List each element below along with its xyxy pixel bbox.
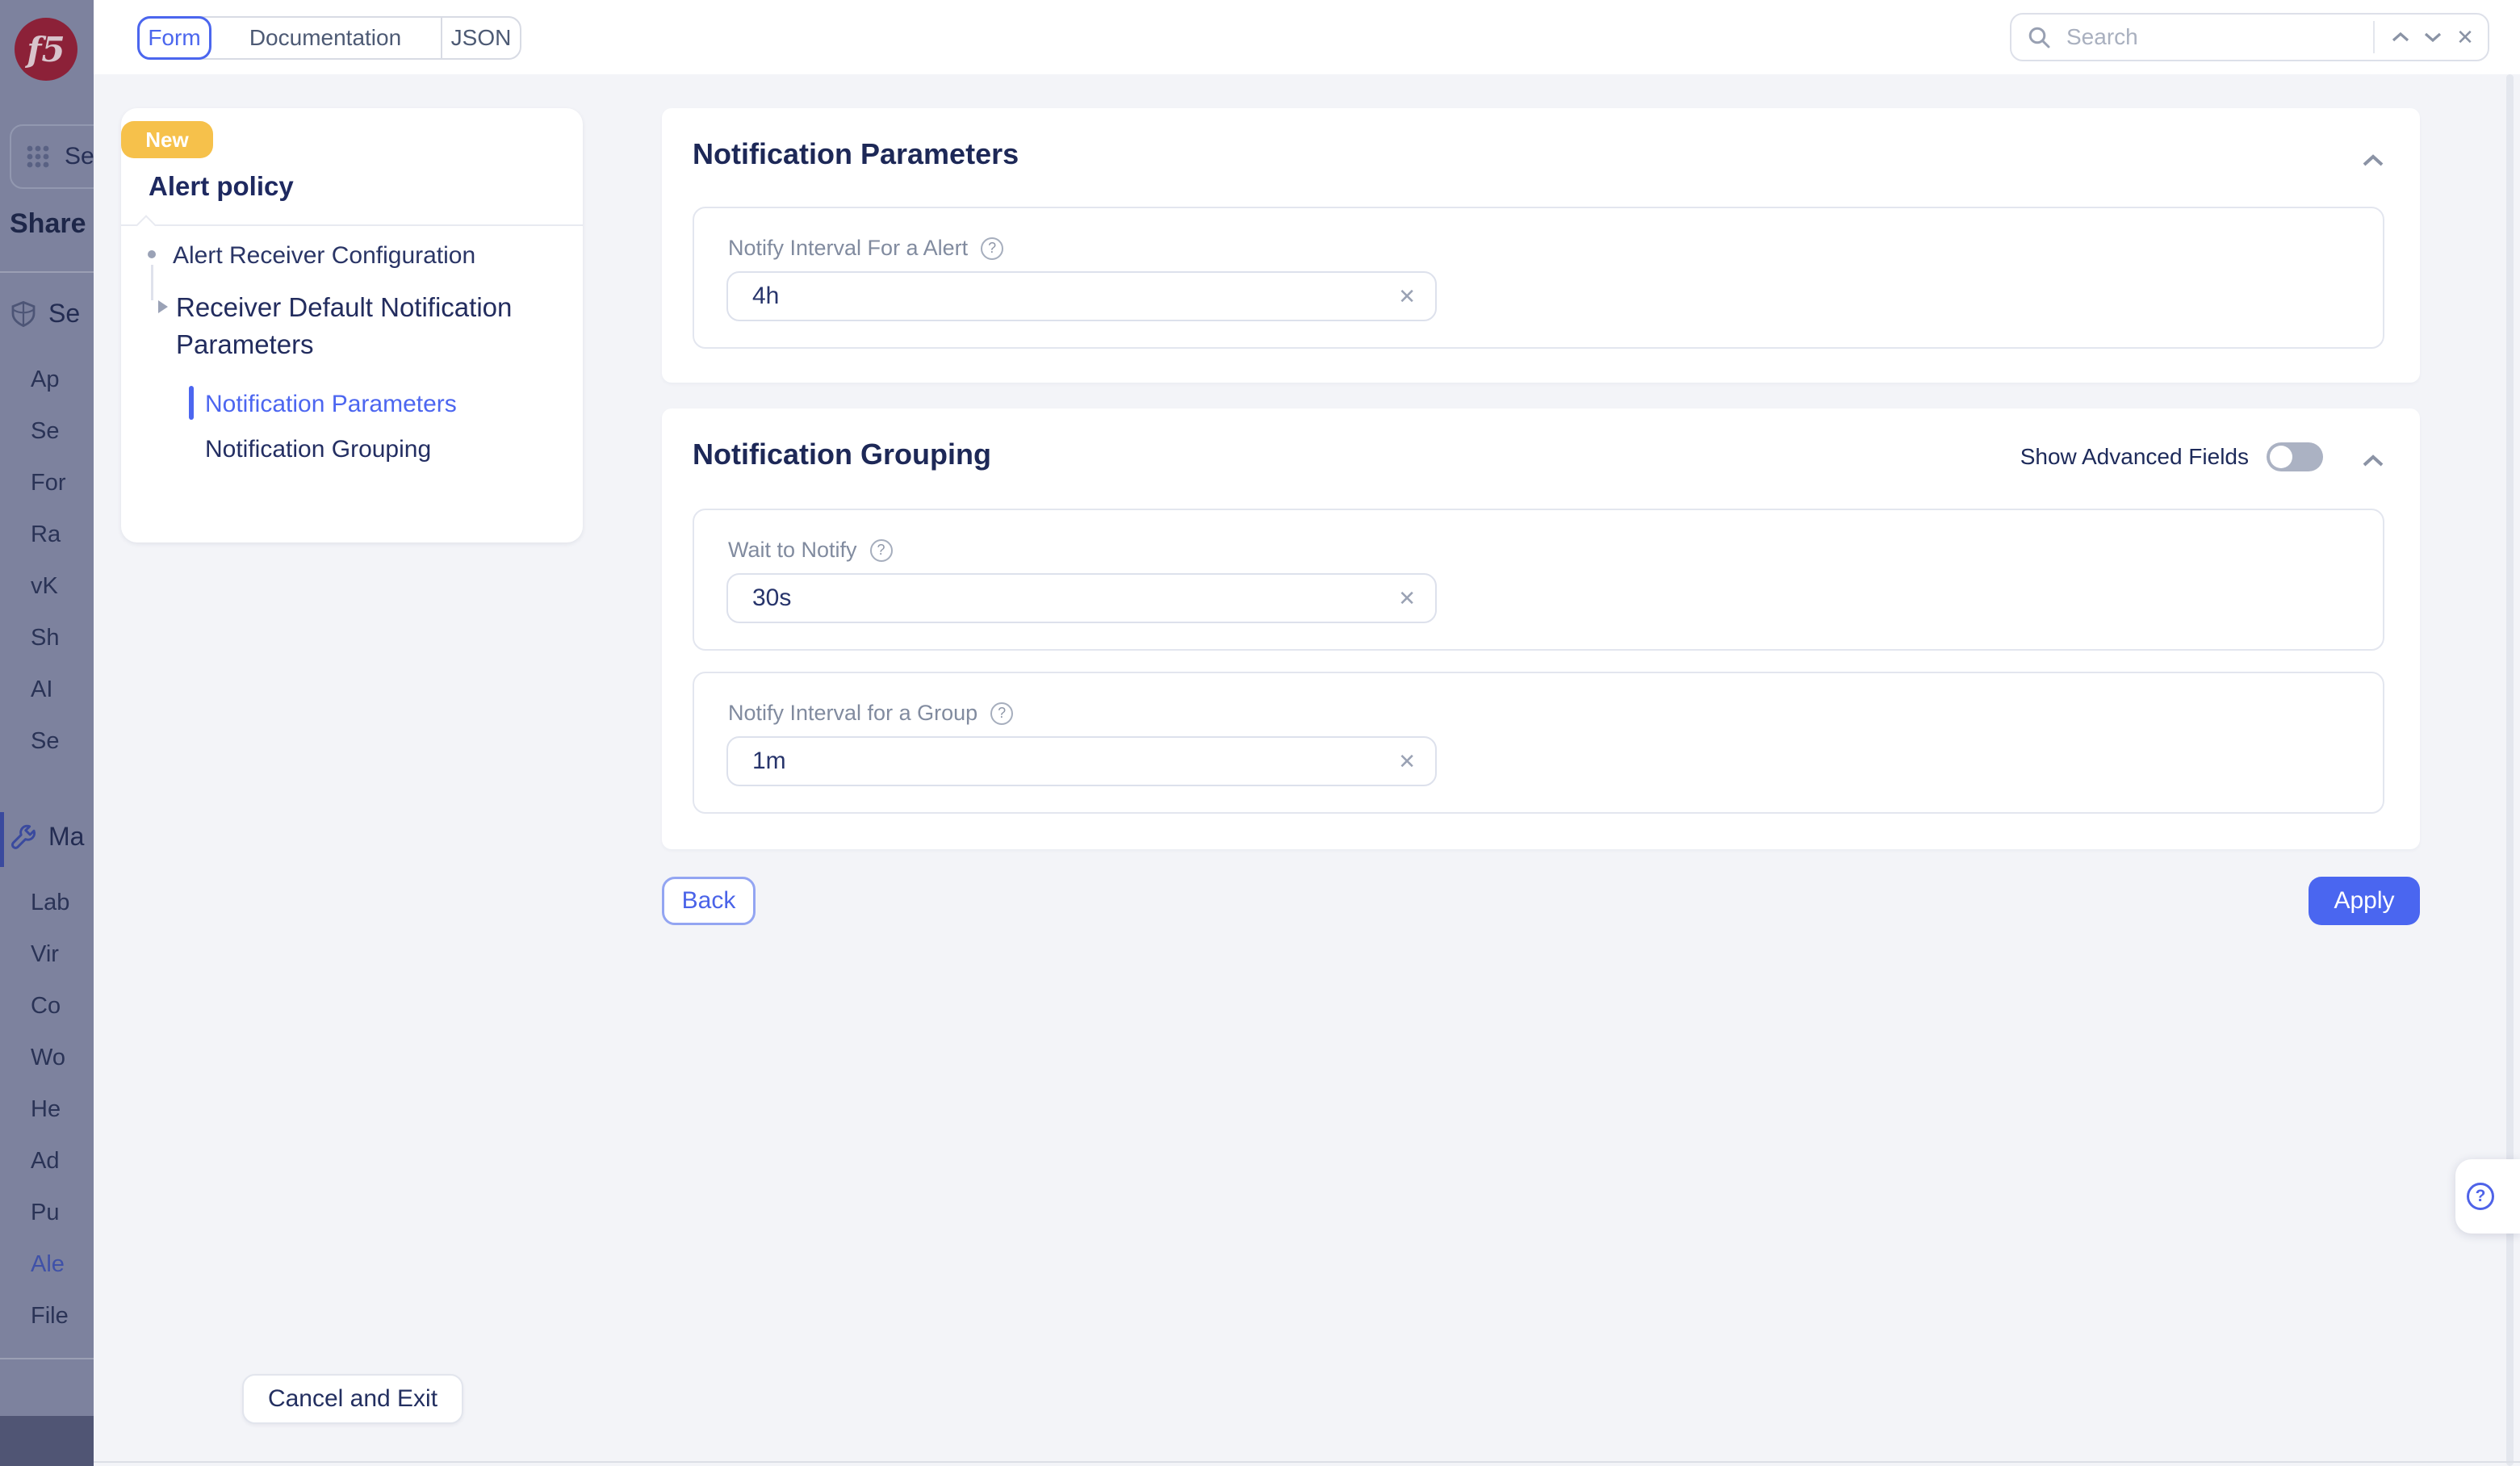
app-root: f5 Se Share Se Ap Se For Ra vK Sh: [0, 0, 2520, 1466]
wizard-nav-card: New Alert policy Alert Receiver Configur…: [121, 108, 583, 542]
wizard-divider: [121, 224, 583, 226]
notify-interval-alert-input[interactable]: [749, 281, 1398, 312]
sidebar-active-indicator: [0, 812, 4, 867]
help-icon: ?: [2467, 1183, 2494, 1210]
sidebar-item[interactable]: Ap: [31, 366, 59, 393]
status-badge-new: New: [121, 121, 213, 158]
sidebar-item[interactable]: Pu: [31, 1200, 59, 1226]
field-label: Notify Interval for a Group: [728, 701, 977, 726]
section-title: Notification Grouping: [693, 438, 991, 471]
search-prev-button[interactable]: [2384, 21, 2417, 53]
sidebar-item[interactable]: Ad: [31, 1148, 59, 1175]
section-notification-parameters: Notification Parameters Notify Interval …: [662, 108, 2420, 383]
toggle-knob: [2270, 446, 2292, 468]
sidebar: f5 Se Share Se Ap Se For Ra vK Sh: [0, 0, 94, 1466]
sidebar-item[interactable]: For: [31, 470, 66, 496]
search-close-button[interactable]: ✕: [2449, 21, 2481, 53]
sidebar-divider: [0, 271, 94, 273]
advanced-fields-row: Show Advanced Fields: [2020, 442, 2323, 471]
sidebar-item[interactable]: Se: [31, 728, 59, 755]
search-input[interactable]: [2063, 23, 2363, 52]
field-group: Notify Interval for a Group ? ✕: [693, 672, 2384, 814]
help-tooltip-icon[interactable]: ?: [981, 237, 1003, 260]
wizard-substep-notification-parameters[interactable]: Notification Parameters: [205, 391, 457, 418]
apply-button[interactable]: Apply: [2309, 877, 2420, 925]
service-selector[interactable]: Se: [10, 124, 94, 189]
step-bullet-icon: [148, 250, 156, 258]
advanced-fields-label: Show Advanced Fields: [2020, 444, 2249, 470]
step-connector: [151, 265, 153, 300]
wizard-substep-notification-grouping[interactable]: Notification Grouping: [205, 436, 431, 463]
wizard-step-alert-receiver[interactable]: Alert Receiver Configuration: [173, 242, 475, 270]
sidebar-item[interactable]: Sh: [31, 625, 59, 651]
wizard-title: Alert policy: [149, 171, 294, 202]
sidebar-item[interactable]: Vir: [31, 941, 59, 968]
search-icon: [2028, 26, 2050, 48]
substep-active-indicator: [189, 386, 194, 420]
sidebar-group-label: Se: [48, 299, 80, 329]
clear-field-icon[interactable]: ✕: [1398, 751, 1416, 772]
sidebar-divider: [0, 1358, 94, 1359]
sidebar-group-security[interactable]: Se: [10, 299, 80, 329]
field-group: Notify Interval For a Alert ? ✕: [693, 207, 2384, 349]
clear-field-icon[interactable]: ✕: [1398, 588, 1416, 609]
app-grid-icon: [26, 145, 50, 169]
section-notification-grouping: Notification Grouping Show Advanced Fiel…: [662, 408, 2420, 849]
text-field: ✕: [726, 573, 1437, 623]
show-advanced-fields-toggle[interactable]: [2267, 442, 2323, 471]
collapse-section-button[interactable]: [2362, 444, 2384, 457]
scrollbar[interactable]: [2506, 74, 2514, 1466]
chevron-down-icon: [2424, 31, 2442, 43]
help-tooltip-icon[interactable]: ?: [870, 539, 893, 562]
sidebar-item[interactable]: Ra: [31, 521, 61, 548]
sidebar-item-alerts-active[interactable]: Ale: [31, 1251, 65, 1278]
wizard-divider-notch: [136, 215, 156, 235]
back-button[interactable]: Back: [662, 877, 756, 925]
clear-field-icon[interactable]: ✕: [1398, 286, 1416, 307]
tab-json[interactable]: JSON: [441, 18, 520, 58]
sidebar-item[interactable]: AI: [31, 676, 52, 703]
f5-logo[interactable]: f5: [15, 18, 77, 81]
step-arrow-icon: [158, 300, 168, 313]
chevron-up-icon: [2392, 31, 2409, 43]
view-tabs: Form Documentation JSON: [137, 16, 521, 60]
sidebar-footer: [0, 1416, 94, 1466]
sidebar-section-heading: Share: [10, 208, 86, 240]
sidebar-item[interactable]: vK: [31, 573, 58, 600]
search-divider: [2373, 21, 2375, 53]
chevron-up-icon: [2362, 154, 2384, 167]
field-group: Wait to Notify ? ✕: [693, 509, 2384, 651]
sidebar-item[interactable]: Wo: [31, 1045, 65, 1071]
search-bar: ✕: [2010, 13, 2489, 61]
cancel-and-exit-button[interactable]: Cancel and Exit: [242, 1374, 463, 1424]
collapse-section-button[interactable]: [2362, 144, 2384, 157]
sidebar-group-manage[interactable]: Ma: [10, 822, 84, 852]
text-field: ✕: [726, 271, 1437, 321]
sidebar-item[interactable]: Lab: [31, 890, 69, 916]
text-field: ✕: [726, 736, 1437, 786]
sidebar-group-label: Ma: [48, 822, 84, 852]
help-button[interactable]: ?: [2455, 1159, 2520, 1234]
field-label: Notify Interval For a Alert: [728, 236, 968, 261]
notify-interval-group-input[interactable]: [749, 746, 1398, 777]
tab-form[interactable]: Form: [137, 16, 211, 60]
chevron-up-icon: [2362, 454, 2384, 467]
tab-documentation[interactable]: Documentation: [210, 18, 441, 58]
help-tooltip-icon[interactable]: ?: [990, 702, 1013, 725]
sidebar-item[interactable]: Co: [31, 993, 61, 1020]
page-bottom-divider: [94, 1461, 2520, 1463]
wizard-step-receiver-defaults[interactable]: Receiver Default Notification Parameters: [176, 289, 528, 363]
sidebar-item[interactable]: Se: [31, 418, 59, 445]
section-title: Notification Parameters: [693, 137, 1019, 171]
search-next-button[interactable]: [2417, 21, 2449, 53]
sidebar-item[interactable]: File: [31, 1303, 69, 1330]
shield-icon: [10, 300, 37, 328]
service-selector-label: Se: [65, 143, 94, 170]
wait-to-notify-input[interactable]: [749, 583, 1398, 614]
sidebar-item[interactable]: He: [31, 1096, 61, 1123]
wrench-icon: [10, 823, 37, 851]
close-icon: ✕: [2456, 27, 2474, 48]
field-label: Wait to Notify: [728, 538, 857, 563]
